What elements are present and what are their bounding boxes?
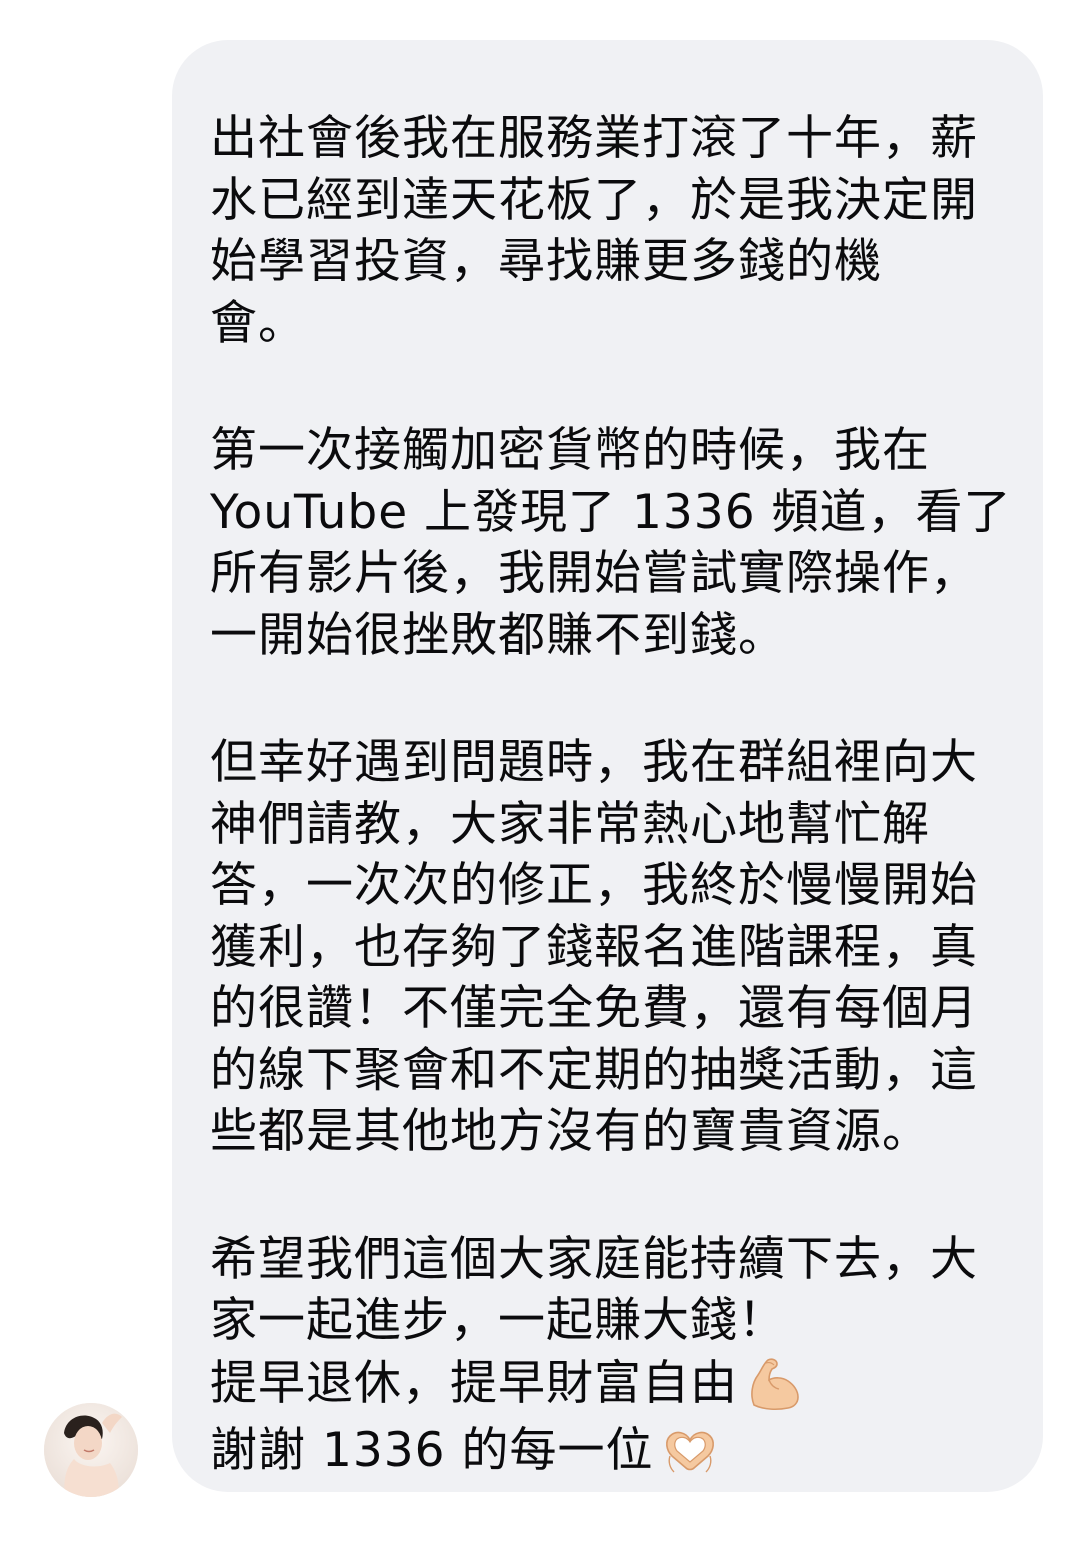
message-line-thanks-text: 謝謝 1336 的每一位	[210, 1422, 654, 1478]
message-line-retire: 提早退休，提早財富自由	[210, 1350, 1013, 1417]
message-line-thanks: 謝謝 1336 的每一位	[210, 1417, 1013, 1484]
flexed-biceps-icon	[751, 1358, 799, 1411]
message-paragraph-1: 出社會後我在服務業打滾了十年，薪 水已經到達天花板了，於是我決定開 始學習投資，…	[210, 111, 978, 351]
message-paragraph-3: 但幸好遇到問題時，我在群組裡向大 神們請教，大家非常熱心地幫忙解 答，一次次的修…	[210, 735, 978, 1159]
message-line-retire-text: 提早退休，提早財富自由	[210, 1355, 738, 1411]
sender-avatar[interactable]	[44, 1403, 138, 1497]
heart-hands-icon	[665, 1431, 714, 1473]
message-paragraph-2: 第一次接觸加密貨幣的時候，我在 YouTube 上發現了 1336 頻道，看了 …	[210, 423, 1012, 663]
message-paragraph-4: 希望我們這個大家庭能持續下去，大 家一起進步，一起賺大錢！	[210, 1231, 978, 1349]
message-bubble[interactable]: 出社會後我在服務業打滾了十年，薪 水已經到達天花板了，於是我決定開 始學習投資，…	[172, 40, 1043, 1492]
user-avatar-icon	[44, 1403, 138, 1497]
